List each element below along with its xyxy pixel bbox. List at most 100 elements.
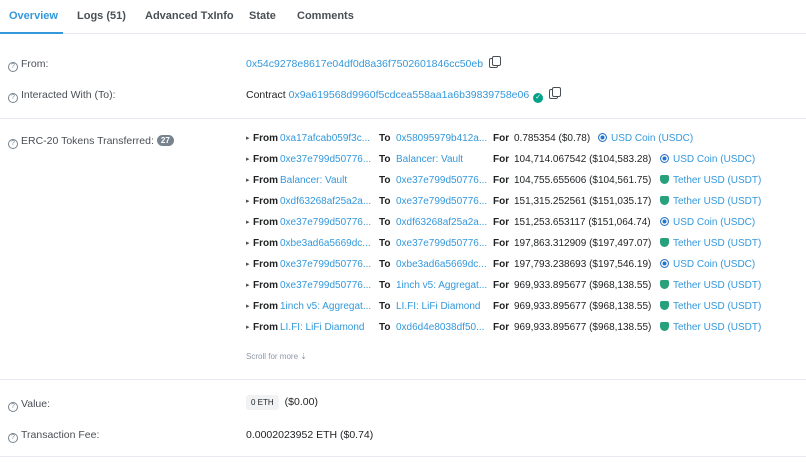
from-label-row: ? From:	[8, 58, 48, 72]
interacted-label-row: ? Interacted With (To):	[8, 89, 116, 103]
tab-comments[interactable]: Comments	[297, 10, 354, 22]
transfer-count-badge: 27	[156, 135, 174, 146]
usdt-token-icon	[660, 238, 669, 247]
transfer-amount: 969,933.895677 ($968,138.55)	[514, 280, 652, 291]
tab-state[interactable]: State	[249, 10, 276, 22]
transfer-from-link[interactable]: 0xe37e799d50776...	[280, 154, 371, 165]
for-keyword: For	[493, 196, 510, 207]
eth-amount-pill: 0 ETH	[246, 395, 279, 410]
token-name: Tether USD (USDT)	[673, 322, 762, 333]
to-keyword: To	[379, 301, 391, 312]
to-keyword: To	[379, 175, 391, 186]
transfer-from-link[interactable]: 1inch v5: Aggregat...	[280, 301, 371, 312]
transfer-from-link[interactable]: 0xe37e799d50776...	[280, 259, 371, 270]
for-keyword: For	[493, 280, 510, 291]
transfer-to-link[interactable]: 0xbe3ad6a5669dc...	[396, 259, 487, 270]
transfer-amount: 197,793.238693 ($197,546.19)	[514, 259, 652, 270]
usdc-token-icon	[660, 259, 669, 268]
interacted-label: Interacted With (To):	[21, 89, 116, 101]
to-keyword: To	[379, 238, 391, 249]
usdt-token-icon	[660, 322, 669, 331]
tab-advanced-txinfo[interactable]: Advanced TxInfo	[145, 10, 234, 22]
from-keyword: From	[253, 301, 278, 312]
from-keyword: From	[253, 217, 278, 228]
transfer-amount: 104,755.655606 ($104,561.75)	[514, 175, 652, 186]
value-value: 0 ETH ($0.00)	[246, 395, 318, 410]
token-link[interactable]: Tether USD (USDT)	[660, 322, 761, 333]
for-keyword: For	[493, 322, 510, 333]
value-usd: ($0.00)	[284, 396, 318, 408]
for-keyword: For	[493, 175, 510, 186]
transfer-to-link[interactable]: 0xdf63268af25a2a...	[396, 217, 487, 228]
transfer-to-link[interactable]: 0xd6d4e8038df50...	[396, 322, 484, 333]
scroll-for-more[interactable]: Scroll for more ⇣	[246, 352, 307, 361]
tab-overview[interactable]: Overview	[9, 10, 58, 22]
token-link[interactable]: Tether USD (USDT)	[660, 280, 761, 291]
copy-icon[interactable]	[549, 87, 562, 99]
transfer-to-link[interactable]: 1inch v5: Aggregat...	[396, 280, 487, 291]
usdc-token-icon	[598, 133, 607, 142]
usdt-token-icon	[660, 175, 669, 184]
active-tab-indicator	[0, 32, 63, 34]
transfer-to-link[interactable]: 0xe37e799d50776...	[396, 238, 487, 249]
usdt-token-icon	[660, 301, 669, 310]
fee-label-row: ? Transaction Fee:	[8, 429, 99, 443]
transfer-to-link[interactable]: 0x58095979b412a...	[396, 133, 487, 144]
question-circle-icon: ?	[8, 402, 18, 412]
usdt-token-icon	[660, 280, 669, 289]
for-keyword: For	[493, 133, 510, 144]
copy-icon[interactable]	[489, 56, 502, 68]
from-keyword: From	[253, 259, 278, 270]
token-link[interactable]: USD Coin (USDC)	[660, 259, 755, 270]
erc20-label-row: ? ERC-20 Tokens Transferred: 27	[8, 135, 174, 149]
transfer-from-link[interactable]: Balancer: Vault	[280, 175, 347, 186]
transfer-amount: 0.785354 ($0.78)	[514, 133, 591, 144]
token-link[interactable]: USD Coin (USDC)	[660, 217, 755, 228]
caret-right-icon: ▸	[246, 135, 250, 142]
token-link[interactable]: Tether USD (USDT)	[660, 238, 761, 249]
verified-check-icon: ✓	[533, 93, 544, 103]
for-keyword: For	[493, 301, 510, 312]
token-link[interactable]: Tether USD (USDT)	[660, 175, 761, 186]
transfer-to-link[interactable]: Balancer: Vault	[396, 154, 463, 165]
transfer-from-link[interactable]: LI.FI: LiFi Diamond	[280, 322, 364, 333]
transfer-from-link[interactable]: 0xdf63268af25a2a...	[280, 196, 371, 207]
question-circle-icon: ?	[8, 62, 18, 72]
section-divider	[0, 456, 806, 457]
caret-right-icon: ▸	[246, 261, 250, 268]
transfer-from-link[interactable]: 0xa17afcab059f3c...	[280, 133, 370, 144]
for-keyword: For	[493, 238, 510, 249]
transfer-to-link[interactable]: LI.FI: LiFi Diamond	[396, 301, 480, 312]
caret-right-icon: ▸	[246, 198, 250, 205]
section-divider	[0, 118, 806, 119]
transfer-amount: 104,714.067542 ($104,583.28)	[514, 154, 652, 165]
from-value: 0x54c9278e8617e04df0d8a36f7502601846cc50…	[246, 56, 502, 70]
for-keyword: For	[493, 217, 510, 228]
from-address-link[interactable]: 0x54c9278e8617e04df0d8a36f7502601846cc50…	[246, 58, 483, 70]
token-link[interactable]: USD Coin (USDC)	[598, 133, 693, 144]
token-name: USD Coin (USDC)	[673, 154, 756, 165]
contract-address-link[interactable]: 0x9a619568d9960f5cdcea558aa1a6b39839758e…	[289, 89, 530, 101]
value-label: Value:	[21, 398, 50, 410]
transfer-to-link[interactable]: 0xe37e799d50776...	[396, 175, 487, 186]
to-keyword: To	[379, 217, 391, 228]
caret-right-icon: ▸	[246, 324, 250, 331]
token-link[interactable]: Tether USD (USDT)	[660, 196, 761, 207]
question-circle-icon: ?	[8, 139, 18, 149]
token-link[interactable]: USD Coin (USDC)	[660, 154, 755, 165]
to-keyword: To	[379, 259, 391, 270]
transfer-from-link[interactable]: 0xbe3ad6a5669dc...	[280, 238, 371, 249]
transfer-from-link[interactable]: 0xe37e799d50776...	[280, 280, 371, 291]
question-circle-icon: ?	[8, 433, 18, 443]
token-link[interactable]: Tether USD (USDT)	[660, 301, 761, 312]
transfer-from-link[interactable]: 0xe37e799d50776...	[280, 217, 371, 228]
section-divider	[0, 379, 806, 380]
transfer-to-link[interactable]: 0xe37e799d50776...	[396, 196, 487, 207]
from-keyword: From	[253, 154, 278, 165]
token-name: Tether USD (USDT)	[673, 301, 762, 312]
from-keyword: From	[253, 280, 278, 291]
tab-logs[interactable]: Logs (51)	[77, 10, 126, 22]
from-keyword: From	[253, 175, 278, 186]
from-keyword: From	[253, 133, 278, 144]
contract-prefix: Contract	[246, 89, 286, 101]
